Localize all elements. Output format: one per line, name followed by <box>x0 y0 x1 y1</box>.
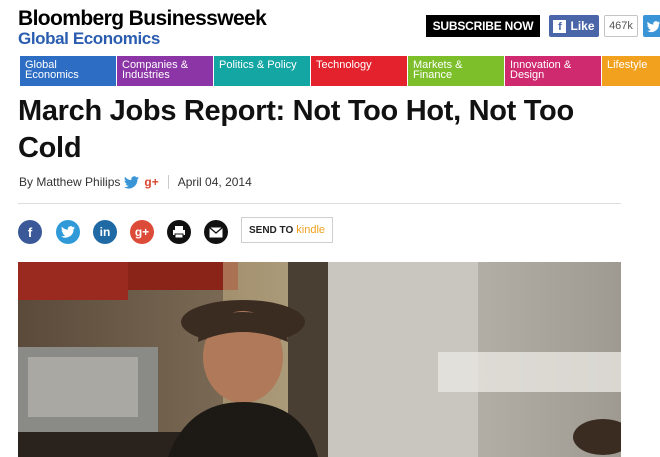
twitter-icon[interactable] <box>124 175 140 189</box>
google-plus-icon[interactable]: g+ <box>144 175 158 189</box>
facebook-icon: f <box>553 19 567 33</box>
twitter-icon <box>647 21 660 33</box>
google-plus-icon: g+ <box>134 225 150 239</box>
kindle-label: kindle <box>296 224 326 236</box>
share-google-plus-button[interactable]: g+ <box>130 220 154 244</box>
nav-tab-politics-policy[interactable]: Politics & Policy <box>214 56 310 86</box>
brand-logo[interactable]: Bloomberg Businessweek <box>18 7 267 31</box>
nav-tab-technology[interactable]: Technology <box>311 56 407 86</box>
nav-tab-markets-finance[interactable]: Markets & Finance <box>408 56 504 86</box>
twitter-follow-button[interactable] <box>643 15 660 37</box>
facebook-like-label: Like <box>570 19 595 33</box>
article-photo <box>18 262 621 457</box>
print-button[interactable] <box>167 220 191 244</box>
site-header: Bloomberg Businessweek Global Economics … <box>0 0 660 52</box>
twitter-icon <box>61 226 75 238</box>
email-button[interactable] <box>204 220 228 244</box>
article-title: March Jobs Report: Not Too Hot, Not Too … <box>18 95 574 164</box>
facebook-icon: f <box>27 224 33 240</box>
divider <box>18 203 621 204</box>
share-twitter-button[interactable] <box>56 220 80 244</box>
email-icon <box>209 226 223 237</box>
facebook-like-button[interactable]: f Like <box>549 15 599 37</box>
publish-date: April 04, 2014 <box>177 175 252 189</box>
share-facebook-button[interactable]: f <box>18 220 42 244</box>
send-to-label: SEND TO <box>248 224 294 236</box>
nav-tab-lifestyle[interactable]: Lifestyle <box>602 56 660 86</box>
nav-tab-companies-industries[interactable]: Companies & Industries <box>117 56 213 86</box>
send-to-kindle-button[interactable]: SEND TO kindle <box>241 217 333 243</box>
print-icon <box>173 226 185 239</box>
share-linkedin-button[interactable]: in <box>93 220 117 244</box>
subscribe-button[interactable]: SUBSCRIBE NOW <box>426 15 540 37</box>
byline-divider <box>167 175 169 189</box>
nav-tab-innovation-design[interactable]: Innovation & Design <box>505 56 601 86</box>
author-name[interactable]: By Matthew Philips <box>19 175 120 189</box>
linkedin-icon: in <box>99 225 111 239</box>
section-title[interactable]: Global Economics <box>18 29 160 49</box>
byline: By Matthew Philips g+ April 04, 2014 <box>19 175 252 189</box>
like-count: 467k <box>604 15 638 37</box>
nav-tab-global-economics[interactable]: Global Economics <box>20 56 116 86</box>
section-nav: Global Economics Companies & Industries … <box>20 56 660 86</box>
